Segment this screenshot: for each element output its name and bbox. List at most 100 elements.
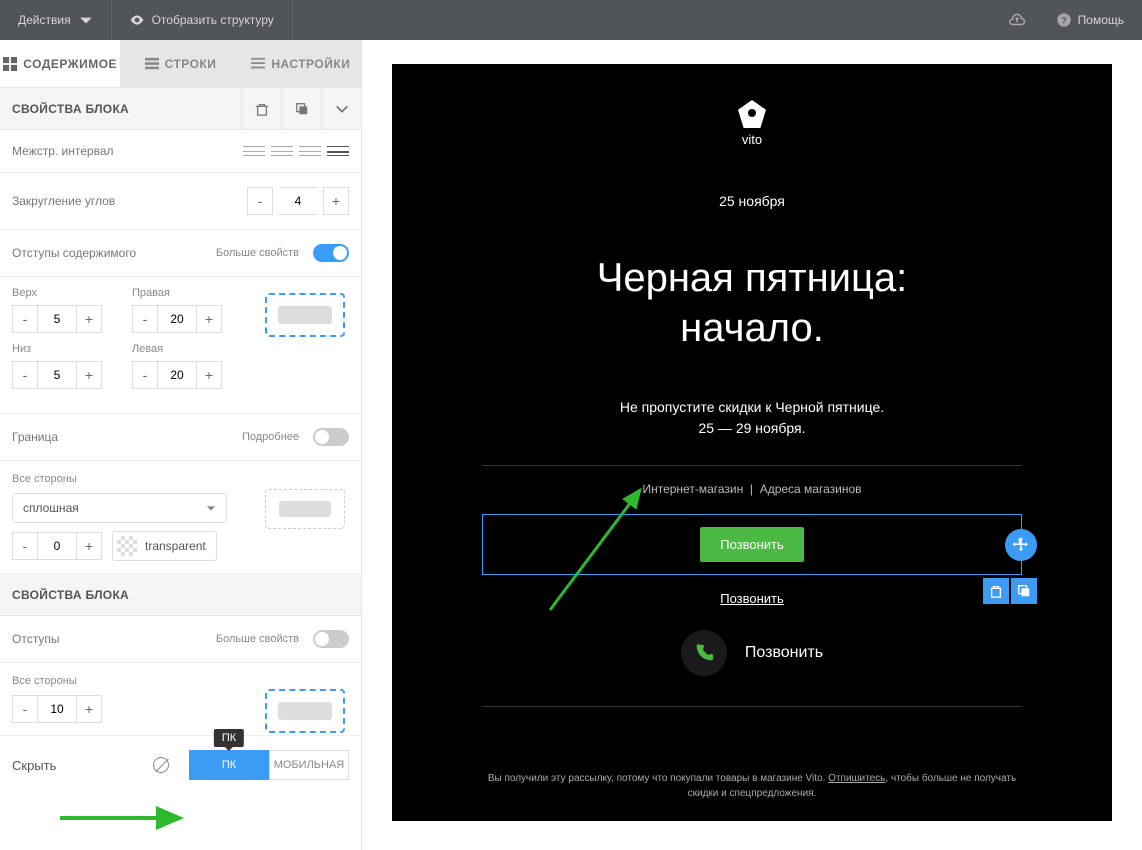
chevron-down-icon bbox=[206, 503, 216, 513]
line-height-opt-3[interactable] bbox=[299, 146, 321, 156]
show-structure-button[interactable]: Отобразить структуру bbox=[112, 0, 293, 40]
border-w-input[interactable] bbox=[38, 532, 76, 560]
link-shop[interactable]: Интернет-магазин bbox=[642, 482, 743, 496]
phone-icon bbox=[693, 642, 715, 664]
pad-left-inc[interactable]: + bbox=[196, 361, 222, 389]
tab-rows[interactable]: СТРОКИ bbox=[120, 40, 240, 87]
border-style-value: сплошная bbox=[23, 501, 79, 515]
copy-icon bbox=[295, 102, 309, 116]
call-button[interactable]: Позвонить bbox=[700, 527, 804, 562]
device-desktop[interactable]: ПК ПК bbox=[189, 750, 269, 780]
email-canvas: vito 25 ноября Черная пятница: начало. Н… bbox=[362, 40, 1142, 850]
hide-row: Скрыть ПК ПК МОБИЛЬНАЯ bbox=[0, 736, 361, 794]
pad-bot-input[interactable] bbox=[38, 361, 76, 389]
radius-input[interactable] bbox=[279, 187, 317, 215]
border-radius-row: Закругление углов - + bbox=[0, 173, 361, 230]
phone-circle[interactable] bbox=[681, 630, 727, 676]
pad-right-input[interactable] bbox=[158, 305, 196, 333]
trash-icon bbox=[255, 102, 269, 116]
tab-settings[interactable]: НАСТРОЙКИ bbox=[241, 40, 361, 87]
margin-dec[interactable]: - bbox=[12, 695, 38, 723]
margin-inc[interactable]: + bbox=[76, 695, 102, 723]
content-padding-row: Отступы содержимого Больше свойств bbox=[0, 230, 361, 277]
properties-sidebar: СОДЕРЖИМОЕ СТРОКИ НАСТРОЙКИ СВОЙСТВА БЛО… bbox=[0, 40, 362, 850]
pad-left-dec[interactable]: - bbox=[132, 361, 158, 389]
eye-icon bbox=[130, 13, 144, 27]
padding-preview bbox=[265, 293, 345, 337]
margins-label: Отступы bbox=[12, 632, 59, 646]
border-row: Граница Подробнее bbox=[0, 414, 361, 461]
margin-all-sides-label: Все стороны bbox=[12, 675, 349, 687]
margins-row: Отступы Больше свойств bbox=[0, 616, 361, 663]
actions-label: Действия bbox=[18, 13, 71, 27]
section-title-2: СВОЙСТВА БЛОКА bbox=[12, 588, 129, 602]
brand-name: vito bbox=[742, 132, 762, 147]
detail-label: Подробнее bbox=[242, 431, 299, 443]
unsubscribe-link[interactable]: Отпишитесь bbox=[828, 773, 885, 784]
border-style-select[interactable]: сплошная bbox=[12, 493, 227, 523]
chevron-down-icon bbox=[79, 13, 93, 27]
detail-toggle[interactable] bbox=[313, 428, 349, 446]
border-w-inc[interactable]: + bbox=[76, 532, 102, 560]
email-subtext: Не пропустите скидки к Черной пятнице. 2… bbox=[620, 397, 884, 439]
pad-top-label: Верх bbox=[12, 287, 102, 299]
pad-left-input[interactable] bbox=[158, 361, 196, 389]
more-props-toggle[interactable] bbox=[313, 244, 349, 262]
svg-text:?: ? bbox=[1061, 15, 1067, 25]
tab-content[interactable]: СОДЕРЖИМОЕ bbox=[0, 40, 120, 87]
device-mobile[interactable]: МОБИЛЬНАЯ bbox=[269, 750, 349, 780]
delete-button[interactable] bbox=[241, 88, 281, 130]
pad-top-input[interactable] bbox=[38, 305, 76, 333]
pad-bot-dec[interactable]: - bbox=[12, 361, 38, 389]
cloud-save-button[interactable] bbox=[996, 0, 1038, 40]
help-button[interactable]: ? Помощь bbox=[1038, 12, 1142, 28]
hide-label: Скрыть bbox=[12, 758, 56, 773]
block-properties-header: СВОЙСТВА БЛОКА bbox=[0, 88, 361, 130]
border-color-picker[interactable]: transparent bbox=[112, 531, 217, 561]
line-height-opt-1[interactable] bbox=[243, 146, 265, 156]
cloud-icon bbox=[1008, 11, 1026, 29]
block-delete[interactable] bbox=[983, 578, 1009, 604]
move-icon bbox=[1012, 536, 1030, 554]
pad-bot-inc[interactable]: + bbox=[76, 361, 102, 389]
more-props-label-2: Больше свойств bbox=[216, 633, 299, 645]
pad-bottom-label: Низ bbox=[12, 343, 102, 355]
call-icon-row: Позвонить bbox=[681, 630, 823, 676]
pad-right-inc[interactable]: + bbox=[196, 305, 222, 333]
line-height-opt-4[interactable] bbox=[327, 146, 349, 156]
radius-decrement[interactable]: - bbox=[247, 187, 273, 215]
tab-rows-label: СТРОКИ bbox=[165, 57, 217, 71]
line-height-opt-2[interactable] bbox=[271, 146, 293, 156]
border-w-dec[interactable]: - bbox=[12, 532, 38, 560]
move-handle[interactable] bbox=[1005, 529, 1037, 561]
collapse-button[interactable] bbox=[321, 88, 361, 130]
pad-right-label: Правая bbox=[132, 287, 222, 299]
email-footer: Вы получили эту рассылку, потому что пок… bbox=[482, 771, 1022, 801]
line-spacing-label: Межстр. интервал bbox=[12, 144, 114, 158]
cancel-icon bbox=[153, 757, 169, 773]
chevron-down-icon bbox=[335, 102, 349, 116]
selected-block[interactable]: Позвонить bbox=[482, 514, 1022, 575]
line-spacing-row: Межстр. интервал bbox=[0, 130, 361, 173]
pk-tooltip: ПК bbox=[214, 729, 244, 747]
pad-right-dec[interactable]: - bbox=[132, 305, 158, 333]
duplicate-button[interactable] bbox=[281, 88, 321, 130]
pad-top-inc[interactable]: + bbox=[76, 305, 102, 333]
divider bbox=[482, 465, 1022, 466]
link-stores[interactable]: Адреса магазинов bbox=[760, 482, 862, 496]
margins-more-toggle[interactable] bbox=[313, 630, 349, 648]
tab-content-label: СОДЕРЖИМОЕ bbox=[23, 57, 117, 71]
radius-increment[interactable]: + bbox=[323, 187, 349, 215]
block-properties-header-2: СВОЙСТВА БЛОКА bbox=[0, 574, 361, 616]
email-date: 25 ноября bbox=[719, 193, 785, 209]
block-duplicate[interactable] bbox=[1011, 578, 1037, 604]
border-radius-label: Закругление углов bbox=[12, 194, 115, 208]
call-link[interactable]: Позвонить bbox=[720, 591, 784, 606]
trash-icon bbox=[989, 584, 1003, 598]
margin-input[interactable] bbox=[38, 695, 76, 723]
pad-top-dec[interactable]: - bbox=[12, 305, 38, 333]
pad-left-label: Левая bbox=[132, 343, 222, 355]
all-sides-label: Все стороны bbox=[12, 473, 349, 485]
actions-dropdown[interactable]: Действия bbox=[0, 0, 112, 40]
margin-preview bbox=[265, 689, 345, 733]
